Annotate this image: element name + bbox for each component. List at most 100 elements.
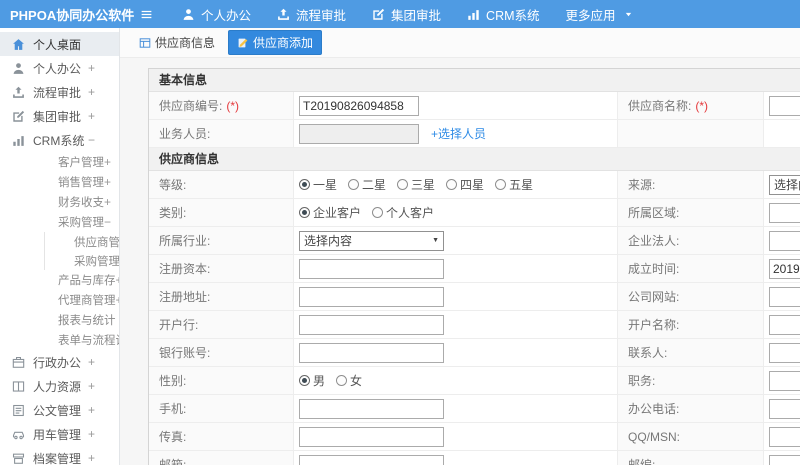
sidebar-item-personal-desktop[interactable]: 个人桌面: [0, 32, 119, 56]
sidebar-item-reports-statistics[interactable]: 报表与统计: [0, 310, 119, 330]
radio-unchecked-icon[interactable]: [348, 179, 360, 190]
expand-toggle-icon[interactable]: +: [88, 61, 95, 75]
nav-item-more-apps[interactable]: 更多应用: [553, 0, 646, 28]
expand-toggle-icon[interactable]: +: [88, 85, 95, 99]
expand-toggle-icon[interactable]: +: [88, 355, 95, 369]
expand-toggle-icon[interactable]: +: [116, 293, 120, 307]
mobile-input[interactable]: [299, 398, 444, 419]
field-label-cell: 类别:: [149, 199, 294, 226]
radio-unchecked-icon[interactable]: [495, 179, 507, 190]
sidebar-item-document-mgmt[interactable]: 公文管理 +: [0, 398, 119, 422]
supplier-code-input[interactable]: [299, 95, 419, 116]
grade-radio-option[interactable]: 四星: [446, 176, 484, 193]
industry-select[interactable]: 选择内容 ▼: [299, 230, 444, 251]
sidebar-item-procurement-mgmt[interactable]: 采购管理: [45, 251, 119, 270]
sidebar-item-vehicle-mgmt[interactable]: 用车管理 +: [0, 422, 119, 446]
expand-toggle-icon[interactable]: +: [104, 195, 111, 209]
select-value: 选择内容: [774, 178, 800, 192]
sidebar-item-archive-mgmt[interactable]: 档案管理 +: [0, 446, 119, 465]
office-phone-input[interactable]: [769, 398, 800, 419]
region-input[interactable]: [769, 202, 800, 223]
radio-unchecked-icon[interactable]: [397, 179, 409, 190]
expand-toggle-icon[interactable]: +: [88, 451, 95, 465]
business-person-input[interactable]: [299, 123, 419, 144]
expand-toggle-icon[interactable]: +: [104, 155, 111, 169]
radio-unchecked-icon[interactable]: [446, 179, 458, 190]
nav-item-crm-system[interactable]: CRM系统: [454, 0, 552, 28]
select-value: 选择内容: [304, 234, 353, 248]
menu-toggle-icon[interactable]: [140, 8, 153, 21]
tab-supplier-add[interactable]: 供应商添加: [228, 30, 323, 55]
account-name-input[interactable]: [769, 314, 800, 335]
collapse-toggle-icon[interactable]: −: [88, 133, 95, 147]
sidebar-item-label: 财务收支: [58, 197, 104, 209]
sidebar-item-group-approval[interactable]: 集团审批 +: [0, 104, 119, 128]
grade-radio-option[interactable]: 五星: [495, 176, 533, 193]
field-label-cell: [618, 120, 764, 147]
expand-toggle-icon[interactable]: +: [88, 109, 95, 123]
contact-person-input[interactable]: [769, 342, 800, 363]
sidebar-item-form-workflow-settings[interactable]: 表单与流程设置+: [0, 330, 119, 350]
field-value-cell: [764, 311, 800, 338]
expand-toggle-icon[interactable]: +: [104, 175, 111, 189]
sidebar-item-finance-income-expense[interactable]: 财务收支 +: [0, 192, 119, 212]
field-label-cell: 性别:: [149, 367, 294, 394]
expand-toggle-icon[interactable]: +: [88, 427, 95, 441]
radio-checked-icon[interactable]: [299, 207, 310, 218]
nav-item-group-approval[interactable]: 集团审批: [359, 0, 454, 28]
submenu-purchase-mgmt: 供应商管理采购管理: [44, 232, 119, 270]
grade-radio-option[interactable]: 一星: [299, 176, 337, 193]
established-date-input[interactable]: [769, 258, 800, 279]
gender-radio-option[interactable]: 男: [299, 372, 325, 389]
expand-toggle-icon[interactable]: +: [88, 379, 95, 393]
sidebar-item-label: 档案管理: [33, 451, 82, 465]
sidebar-item-purchase-mgmt[interactable]: 采购管理 −: [0, 212, 119, 232]
radio-unchecked-icon[interactable]: [372, 207, 384, 218]
field-label-cell: 业务人员:: [149, 120, 294, 147]
sidebar-item-customer-mgmt[interactable]: 客户管理 +: [0, 152, 119, 172]
registered-capital-input[interactable]: [299, 258, 444, 279]
position-input[interactable]: [769, 370, 800, 391]
required-marker: (*): [226, 98, 240, 113]
email-input[interactable]: [299, 454, 444, 465]
sidebar-item-product-inventory[interactable]: 产品与库存+: [0, 270, 119, 290]
sidebar-item-admin-office[interactable]: 行政办公 +: [0, 350, 119, 374]
expand-toggle-icon[interactable]: +: [88, 403, 95, 417]
field-label-cell: 所属区域:: [618, 199, 764, 226]
sidebar-item-workflow-approval[interactable]: 流程审批 +: [0, 80, 119, 104]
sidebar-item-human-resources[interactable]: 人力资源 +: [0, 374, 119, 398]
supplier-name-input[interactable]: [769, 95, 800, 116]
grade-radio-option[interactable]: 三星: [397, 176, 435, 193]
radio-unchecked-icon[interactable]: [336, 375, 348, 386]
sidebar-item-agent-mgmt[interactable]: 代理商管理+: [0, 290, 119, 310]
bank-branch-input[interactable]: [299, 314, 444, 335]
radio-checked-icon[interactable]: [299, 179, 310, 190]
registered-address-input[interactable]: [299, 286, 444, 307]
sidebar-item-personal-office[interactable]: 个人办公 +: [0, 56, 119, 80]
collapse-toggle-icon[interactable]: −: [104, 215, 111, 229]
sidebar-item-sales-mgmt[interactable]: 销售管理 +: [0, 172, 119, 192]
company-website-input[interactable]: [769, 286, 800, 307]
category-radio-option[interactable]: 个人客户: [372, 204, 434, 221]
form-row: 业务人员: +选择人员: [149, 120, 800, 148]
nav-item-personal-office[interactable]: 个人办公: [169, 0, 264, 28]
select-person-link[interactable]: +选择人员: [431, 125, 486, 142]
legal-person-input[interactable]: [769, 230, 800, 251]
bank-account-input[interactable]: [299, 342, 444, 363]
radio-checked-icon[interactable]: [299, 375, 310, 386]
qq-msn-input[interactable]: [769, 426, 800, 447]
grade-radio-option[interactable]: 二星: [348, 176, 386, 193]
field-value-cell: [764, 423, 800, 450]
source-select[interactable]: 选择内容▼: [769, 174, 800, 195]
nav-item-workflow-approval[interactable]: 流程审批: [264, 0, 359, 28]
category-radio-option[interactable]: 企业客户: [299, 204, 361, 221]
radio-label: 一星: [313, 178, 338, 192]
fax-input[interactable]: [299, 426, 444, 447]
sidebar-item-supplier-mgmt[interactable]: 供应商管理: [45, 232, 119, 251]
tab-supplier-info[interactable]: 供应商信息: [134, 30, 220, 55]
expand-toggle-icon[interactable]: +: [116, 273, 120, 287]
sidebar-item-label: 产品与库存: [58, 275, 116, 287]
postcode-input[interactable]: [769, 454, 800, 465]
sidebar-item-crm-system[interactable]: CRM系统 −: [0, 128, 119, 152]
gender-radio-option[interactable]: 女: [336, 372, 362, 389]
